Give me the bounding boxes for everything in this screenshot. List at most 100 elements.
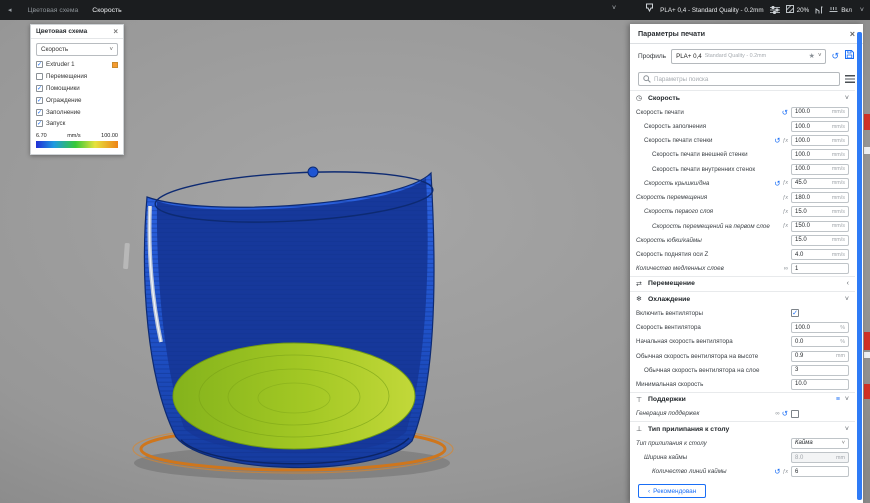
setting-label: Скорость первого слоя xyxy=(636,208,780,215)
setting-row[interactable]: Количество медленных слоев∞1 xyxy=(630,262,855,276)
setting-row[interactable]: Скорость первого слояƒx15.0mm/s xyxy=(630,205,855,219)
save-profile-icon[interactable] xyxy=(844,47,855,65)
sliders-icon[interactable]: ≡ xyxy=(836,396,840,403)
setting-row[interactable]: Скорость печати стенки↺ƒx100.0mm/s xyxy=(630,134,855,148)
setting-value[interactable]: 6 xyxy=(791,466,849,477)
reset-icon[interactable]: ↺ xyxy=(774,137,780,144)
setting-value[interactable]: 100.0mm/s xyxy=(791,135,849,146)
scrollbar-thumb[interactable] xyxy=(857,32,862,500)
setting-row[interactable]: Скорость печати внешней стенки100.0mm/s xyxy=(630,148,855,162)
checkbox[interactable]: ✓ xyxy=(36,120,43,127)
setting-value[interactable]: 100.0% xyxy=(791,322,849,333)
legend-item[interactable]: ✓Запуск xyxy=(31,118,123,130)
profile-dropdown[interactable]: PLA+ 0,4 Standard Quality - 0.2mm ★ ˅ xyxy=(671,49,826,64)
setting-row[interactable]: Обычная скорость вентилятора на высоте 0.… xyxy=(630,349,855,363)
chevron-icon: ˅ xyxy=(845,95,849,102)
color-scheme-menu[interactable]: Цветовая схема xyxy=(28,7,79,14)
setting-row[interactable]: Минимальная скорость 10.0 xyxy=(630,377,855,391)
setting-value[interactable]: 0.9mm xyxy=(791,351,849,362)
reset-profile-icon[interactable]: ↺ xyxy=(831,52,839,61)
setting-value[interactable]: 8.0mm xyxy=(791,452,849,463)
setting-value[interactable]: 100.0mm/s xyxy=(791,149,849,160)
setting-row[interactable]: Скорость поднятия оси Z4.0mm/s xyxy=(630,247,855,261)
reset-icon[interactable]: ↺ xyxy=(774,468,780,475)
print-settings-summary[interactable]: PLA+ 0,4 - Standard Quality - 0.2mm 20% … xyxy=(645,0,864,20)
reset-icon[interactable]: ↺ xyxy=(782,410,788,417)
setting-row[interactable]: Скорость перемещенияƒx180.0mm/s xyxy=(630,191,855,205)
recommended-mode-button[interactable]: ‹ Рекомендован xyxy=(638,484,706,498)
checkbox[interactable]: ✓ xyxy=(36,97,43,104)
legend-item[interactable]: ✓Extruder 1 xyxy=(31,59,123,71)
checkbox[interactable]: ✓ xyxy=(36,61,43,68)
reset-icon[interactable]: ↺ xyxy=(782,109,788,116)
checkbox[interactable] xyxy=(36,73,43,80)
printer-profile-label[interactable]: PLA+ 0,4 - Standard Quality - 0.2mm xyxy=(660,7,763,14)
setting-value[interactable]: 15.0mm/s xyxy=(791,206,849,217)
color-scheme-panel: Цветовая схема × Скорость ˅ ✓Extruder 1П… xyxy=(30,24,124,155)
setting-row[interactable]: Скорость перемещений на первом слоеƒx150… xyxy=(630,219,855,233)
scheme-select-value: Скорость xyxy=(41,46,68,53)
setting-row[interactable]: Количество линий каймы↺ƒx6 xyxy=(630,465,855,479)
setting-row[interactable]: Скорость печати↺100.0mm/s xyxy=(630,105,855,119)
setting-row[interactable]: Тип прилипания к столуКайма˅ xyxy=(630,436,855,450)
setting-value[interactable]: 150.0mm/s xyxy=(791,221,849,232)
chevron-down-icon[interactable]: ˅ xyxy=(860,7,864,14)
legend-item[interactable]: ✓Заполнение xyxy=(31,106,123,118)
legend-item-label: Перемещения xyxy=(46,73,87,80)
setting-checkbox[interactable]: ✓ xyxy=(791,309,799,317)
setting-checkbox[interactable] xyxy=(791,410,799,418)
setting-row[interactable]: Начальная скорость вентилятора0.0% xyxy=(630,335,855,349)
search-input[interactable] xyxy=(654,76,835,83)
back-icon[interactable]: ◂ xyxy=(8,6,12,14)
category-speed[interactable]: ◷Скорость˅ xyxy=(630,90,855,105)
hamburger-menu-icon[interactable] xyxy=(845,75,855,83)
adhesion-summary[interactable]: Вкл xyxy=(829,6,852,15)
category-support[interactable]: ⊤Поддержки≡˅ xyxy=(630,392,855,407)
setting-row[interactable]: Включить вентиляторы✓ xyxy=(630,306,855,320)
support-icon[interactable] xyxy=(815,1,823,19)
settings-scrollbar[interactable] xyxy=(857,32,862,500)
close-icon[interactable]: × xyxy=(850,29,855,39)
settings-search[interactable] xyxy=(638,72,840,86)
legend-item[interactable]: ✓Помощники xyxy=(31,83,123,95)
setting-row[interactable]: Обычная скорость вентилятора на слое3 xyxy=(630,363,855,377)
setting-row[interactable]: Генерация поддержек∞↺ xyxy=(630,407,855,421)
setting-label: Минимальная скорость xyxy=(636,381,785,388)
setting-row[interactable]: Скорость печати внутренних стенок100.0mm… xyxy=(630,162,855,176)
setting-value[interactable]: 180.0mm/s xyxy=(791,192,849,203)
scheme-select[interactable]: Скорость ˅ xyxy=(36,43,118,56)
category-travel[interactable]: ⇄Перемещение‹ xyxy=(630,276,855,291)
setting-value[interactable]: 1 xyxy=(791,263,849,274)
chevron-down-icon: ˅ xyxy=(818,53,822,59)
close-icon[interactable]: × xyxy=(113,29,118,35)
infill-summary[interactable]: 20% xyxy=(786,5,810,15)
checkbox[interactable]: ✓ xyxy=(36,85,43,92)
checkbox[interactable]: ✓ xyxy=(36,109,43,116)
legend-item[interactable]: ✓Ограждение xyxy=(31,94,123,106)
setting-value[interactable]: 4.0mm/s xyxy=(791,249,849,260)
setting-value[interactable]: 45.0mm/s xyxy=(791,178,849,189)
setting-label: Обычная скорость вентилятора на высоте xyxy=(636,353,785,360)
star-icon[interactable]: ★ xyxy=(809,52,815,60)
legend-item[interactable]: Перемещения xyxy=(31,71,123,83)
setting-value[interactable]: 0.0% xyxy=(791,336,849,347)
color-scheme-value[interactable]: Скорость xyxy=(92,7,121,14)
setting-value[interactable]: 15.0mm/s xyxy=(791,235,849,246)
category-adhesion[interactable]: ⊥Тип прилипания к столу˅ xyxy=(630,421,855,436)
setting-row[interactable]: Скорость вентилятора100.0% xyxy=(630,321,855,335)
setting-row[interactable]: Ширина каймы8.0mm xyxy=(630,450,855,464)
setting-row[interactable]: Скорость заполнения100.0mm/s xyxy=(630,119,855,133)
category-cooling[interactable]: ❄Охлаждение˅ xyxy=(630,291,855,306)
sliced-model[interactable] xyxy=(123,166,453,480)
reset-icon[interactable]: ↺ xyxy=(774,180,780,187)
setting-row[interactable]: Скорость юбки/каймы15.0mm/s xyxy=(630,233,855,247)
setting-value[interactable]: 100.0mm/s xyxy=(791,121,849,132)
setting-value[interactable]: 100.0mm/s xyxy=(791,107,849,118)
setting-value[interactable]: 10.0 xyxy=(791,379,849,390)
setting-value[interactable]: 3 xyxy=(791,365,849,376)
setting-select[interactable]: Кайма˅ xyxy=(791,438,849,449)
setting-value[interactable]: 100.0mm/s xyxy=(791,164,849,175)
setting-label: Скорость печати стенки xyxy=(636,137,771,144)
chevron-down-icon[interactable]: ˅ xyxy=(612,5,616,12)
setting-row[interactable]: Скорость крышки/дна↺ƒx45.0mm/s xyxy=(630,176,855,190)
